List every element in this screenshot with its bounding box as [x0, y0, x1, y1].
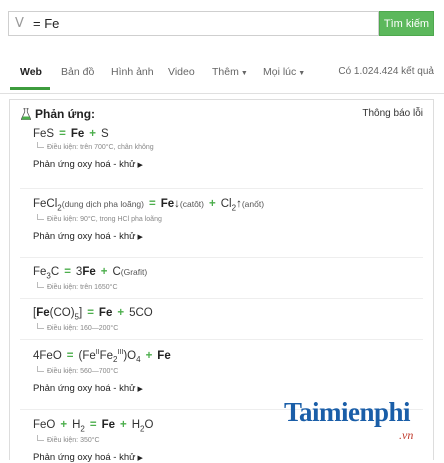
reaction-6: FeO + H2 = Fe + H2O Điều kiện: 350°C Phản ứng … [33, 419, 153, 463]
panel-title-text: Phản ứng: [35, 107, 96, 121]
redox-link[interactable]: Phản ứng oxy hoá - khử ▶ [33, 383, 171, 394]
flask-icon [21, 108, 31, 120]
redox-label: Phản ứng oxy hoá - khử [33, 159, 136, 170]
result-count: Có 1.024.424 kết quả [338, 66, 434, 77]
redox-link[interactable]: Phản ứng oxy hoá - khử ▶ [33, 452, 153, 463]
chevron-down-icon: ▼ [240, 70, 248, 77]
tab-any-time-label: Mọi lúc [263, 66, 297, 78]
reaction-3: Fe3C = 3Fe + C(Grafit) Điều kiện: trên 1650°… [33, 266, 147, 291]
reaction-equation: FeO + H2 = Fe + H2O [33, 419, 154, 434]
chevron-right-icon: ▶ [137, 455, 143, 463]
redox-label: Phản ứng oxy hoá - khử [33, 231, 136, 243]
tab-web[interactable]: Web [20, 66, 42, 78]
reaction-condition: Điều kiện: 160—200°C [37, 323, 153, 332]
active-tab-indicator [10, 87, 50, 90]
reaction-equation: 4FeO = (FeIIFe2III)O4 + Fe [33, 349, 171, 365]
redox-label: Phản ứng oxy hoá - khử [33, 452, 136, 463]
reaction-equation: [Fe(CO)5] = Fe +5CO [33, 307, 153, 322]
divider [20, 298, 423, 299]
reaction-equation: FeS = Fe + S [33, 128, 109, 140]
reaction-1: FeS = Fe + S Điều kiện: trên 700°C, chân khô… [33, 128, 154, 170]
search-prefix: V [15, 16, 24, 31]
panel-title: Phản ứng: [21, 107, 95, 121]
chevron-down-icon: ▼ [298, 70, 306, 77]
watermark-brand: Taimienphi [284, 397, 411, 427]
reaction-condition: Điều kiện: trên 700°C, chân không [37, 142, 154, 151]
divider [20, 257, 423, 258]
redox-label: Phản ứng oxy hoá - khử [33, 383, 136, 395]
watermark-domain: .vn [399, 428, 414, 442]
chevron-right-icon: ▶ [137, 386, 143, 394]
search-input[interactable]: V = Fe [8, 11, 379, 36]
tab-video[interactable]: Video [168, 66, 195, 78]
product-note: anốt [244, 199, 262, 209]
search-tabs: Web Bản đồ Hình ảnh Video Thêm ▼ Mọi lúc ▼… [0, 46, 444, 94]
redox-link[interactable]: Phản ứng oxy hoá - khử ▶ [33, 231, 264, 242]
tab-images[interactable]: Hình ảnh [111, 66, 154, 78]
reaction-equation: Fe3C = 3Fe + C(Grafit) [33, 266, 148, 281]
divider [20, 188, 423, 189]
watermark-logo: Taimienphi .vn [284, 397, 436, 449]
search-query[interactable]: = Fe [33, 16, 59, 31]
search-button[interactable]: Tìm kiếm [379, 11, 434, 36]
reaction-2: FeCl2(dung dịch pha loãng) = Fe↓(catôt) + Cl… [33, 198, 264, 242]
product-note: Grafit [123, 267, 145, 277]
reaction-condition: Điều kiện: trên 1650°C [37, 282, 147, 291]
report-error-link[interactable]: Thông báo lỗi [362, 108, 423, 119]
tab-more[interactable]: Thêm ▼ [212, 66, 248, 78]
redox-link[interactable]: Phản ứng oxy hoá - khử ▶ [33, 159, 154, 170]
chevron-right-icon: ▶ [137, 234, 143, 242]
reaction-condition: Điều kiện: 560—700°C [37, 366, 171, 375]
reaction-equation: FeCl2(dung dịch pha loãng) = Fe↓(catôt) + Cl… [33, 198, 265, 213]
divider [20, 339, 423, 340]
chevron-right-icon: ▶ [137, 162, 143, 169]
tab-any-time[interactable]: Mọi lúc ▼ [263, 66, 305, 78]
reaction-condition: Điều kiện: 350°C [37, 435, 153, 444]
top-search-bar: V = Fe Tìm kiếm [0, 0, 444, 46]
reaction-condition: Điều kiện: 90°C, trong HCl pha loãng [37, 214, 264, 223]
reaction-5: 4FeO = (FeIIFe2III)O4 + Fe Điều kiện: 560—70… [33, 349, 171, 394]
reactant-note: dung dịch pha loãng [64, 199, 142, 209]
tab-maps[interactable]: Bản đồ [61, 66, 94, 78]
tab-more-label: Thêm [212, 66, 239, 78]
product-note: catôt [182, 199, 202, 209]
reaction-4: [Fe(CO)5] = Fe +5CO Điều kiện: 160—200°C [33, 307, 153, 332]
